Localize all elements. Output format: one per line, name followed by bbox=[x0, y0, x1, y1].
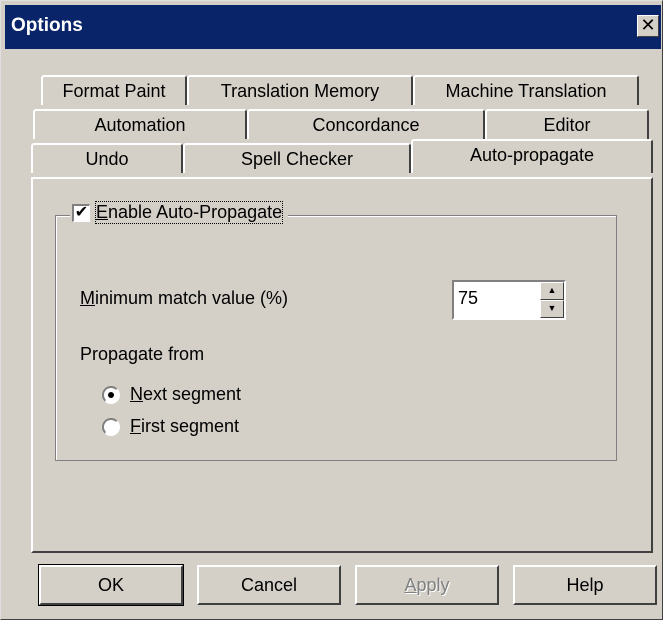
radio-selected-icon[interactable] bbox=[102, 385, 120, 404]
tab-spell-checker[interactable]: Spell Checker bbox=[183, 143, 411, 173]
min-match-value[interactable]: 75 bbox=[458, 288, 478, 309]
tab-editor[interactable]: Editor bbox=[485, 109, 649, 139]
tab-format-paint[interactable]: Format Paint bbox=[41, 75, 187, 105]
checkbox-checked-icon[interactable]: ✔ bbox=[72, 203, 90, 222]
enable-auto-propagate-label: Enable Auto-Propagate bbox=[94, 201, 284, 224]
min-match-label: Minimum match value (%) bbox=[80, 288, 289, 308]
radio-unselected-icon[interactable] bbox=[102, 417, 120, 436]
first-segment-label: First segment bbox=[130, 416, 240, 436]
title-bar[interactable]: Options ✕ bbox=[5, 5, 661, 49]
help-button[interactable]: Help bbox=[513, 565, 657, 605]
enable-auto-propagate-checkbox[interactable]: ✔ Enable Auto-Propagate bbox=[70, 201, 289, 224]
ok-button[interactable]: OK bbox=[38, 564, 184, 606]
tab-translation-memory[interactable]: Translation Memory bbox=[187, 75, 413, 105]
tab-machine-translation[interactable]: Machine Translation bbox=[413, 75, 639, 105]
tab-automation[interactable]: Automation bbox=[33, 109, 247, 139]
options-dialog: Options ✕ Format Paint Translation Memor… bbox=[0, 0, 663, 620]
tab-auto-propagate[interactable]: Auto-propagate bbox=[411, 139, 653, 173]
tab-concordance[interactable]: Concordance bbox=[247, 109, 485, 139]
radio-first-segment[interactable]: First segment bbox=[102, 416, 239, 437]
window-title: Options bbox=[11, 15, 83, 36]
radio-next-segment[interactable]: Next segment bbox=[102, 384, 241, 405]
enable-auto-propagate-group: ✔ Enable Auto-Propagate Minimum match va… bbox=[55, 201, 617, 461]
propagate-from-label: Propagate from bbox=[80, 344, 205, 364]
min-match-spinner[interactable]: 75 ▲ ▼ bbox=[452, 280, 566, 320]
spin-up-icon[interactable]: ▲ bbox=[540, 282, 564, 300]
spin-down-icon[interactable]: ▼ bbox=[540, 300, 564, 318]
next-segment-label: Next segment bbox=[130, 384, 242, 404]
auto-propagate-panel: ✔ Enable Auto-Propagate Minimum match va… bbox=[31, 177, 653, 553]
close-icon[interactable]: ✕ bbox=[637, 15, 659, 37]
tab-undo[interactable]: Undo bbox=[31, 143, 183, 173]
apply-button[interactable]: Apply bbox=[355, 565, 499, 605]
cancel-button[interactable]: Cancel bbox=[197, 565, 341, 605]
